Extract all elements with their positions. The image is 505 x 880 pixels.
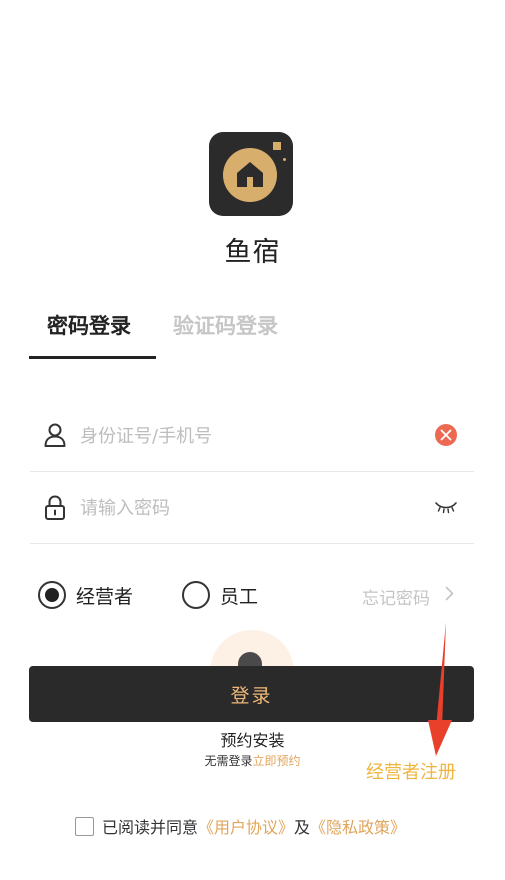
- username-field: [30, 400, 474, 472]
- tab-sms-login[interactable]: 验证码登录: [173, 310, 278, 340]
- password-field: [30, 472, 474, 544]
- agreement-prefix: 已阅读并同意: [102, 818, 199, 837]
- owner-register-annotation[interactable]: 经营者注册: [366, 758, 456, 784]
- role-owner-radio[interactable]: 经营者: [38, 580, 133, 610]
- radio-checked-icon: [38, 581, 66, 609]
- logo-dot: [283, 158, 286, 161]
- role-staff-radio[interactable]: 员工: [182, 580, 258, 610]
- radio-unchecked-icon: [182, 581, 210, 609]
- agreement-conjunction: 及: [294, 818, 311, 837]
- password-input[interactable]: [80, 492, 410, 524]
- app-logo: [209, 132, 293, 216]
- user-agreement-link[interactable]: 《用户协议》: [198, 814, 294, 838]
- clear-icon[interactable]: [435, 424, 457, 446]
- house-icon: [237, 162, 263, 187]
- eye-closed-icon[interactable]: [434, 500, 458, 514]
- no-register-text: 无需登录: [204, 754, 253, 768]
- tab-password-login[interactable]: 密码登录: [47, 310, 131, 340]
- forgot-password-link[interactable]: 忘记密码: [362, 584, 430, 609]
- book-now-link[interactable]: 立即预约: [253, 754, 301, 768]
- agreement-checkbox[interactable]: [75, 816, 94, 836]
- annotation-arrow-icon: [428, 622, 452, 756]
- username-input[interactable]: [80, 420, 410, 452]
- privacy-policy-link[interactable]: 《隐私政策》: [310, 814, 406, 838]
- tab-active-underline: [29, 356, 156, 359]
- chevron-right-icon: [445, 586, 454, 601]
- app-name: 鱼宿: [224, 237, 281, 268]
- login-button[interactable]: 登录: [29, 666, 474, 722]
- user-icon: [44, 423, 66, 447]
- lock-icon: [45, 495, 65, 520]
- role-owner-label: 经营者: [76, 585, 134, 608]
- agreement-row: 已阅读并同意 《用户协议》 及 《隐私政策》: [75, 814, 406, 838]
- role-staff-label: 员工: [220, 585, 259, 608]
- logo-square: [273, 142, 281, 150]
